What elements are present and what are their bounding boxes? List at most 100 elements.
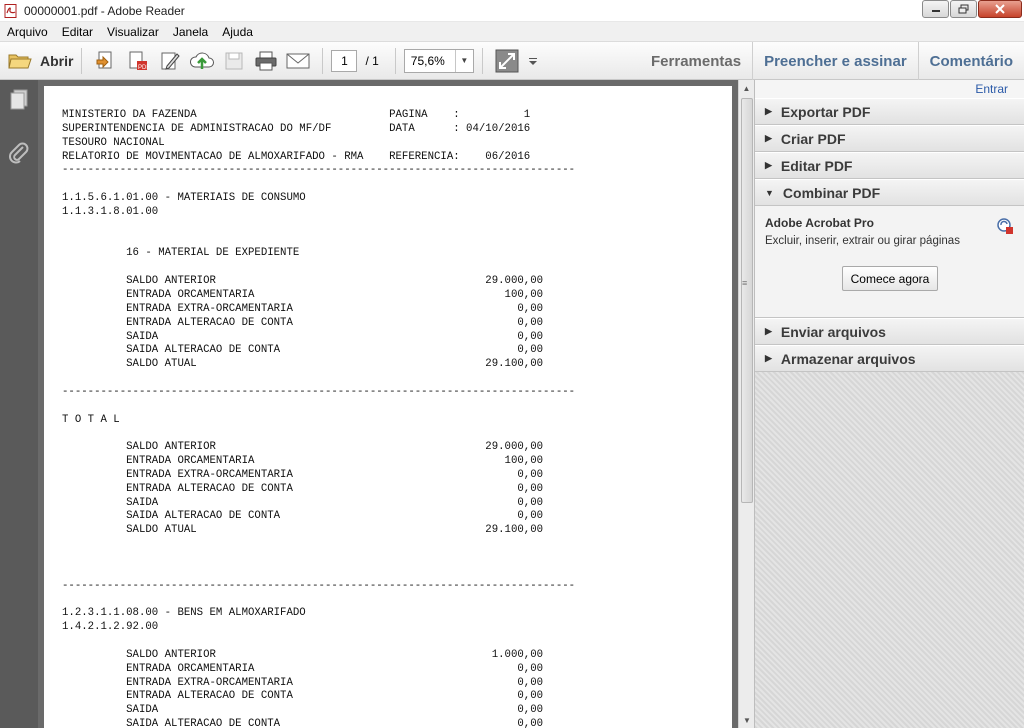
- save-disk-icon: [225, 52, 243, 69]
- toolbar-customize-button[interactable]: [525, 47, 541, 75]
- restore-icon: [958, 4, 968, 14]
- window-controls: [921, 0, 1022, 18]
- upload-button[interactable]: [188, 47, 216, 75]
- menu-visualizar[interactable]: Visualizar: [100, 25, 166, 39]
- get-started-button[interactable]: Comece agora: [842, 266, 938, 291]
- document-line: ENTRADA EXTRA-ORCAMENTARIA 0,00: [62, 468, 544, 481]
- document-line: 1.4.2.1.2.92.00: [62, 621, 159, 634]
- toolbar-separator: [481, 47, 483, 74]
- document-line: ----------------------------------------…: [62, 164, 576, 177]
- triangle-right-icon: ▶: [765, 133, 772, 143]
- menu-bar: Arquivo Editar Visualizar Janela Ajuda: [0, 22, 1024, 42]
- maximize-button[interactable]: [950, 0, 977, 18]
- menu-arquivo[interactable]: Arquivo: [0, 25, 55, 39]
- section-store-files[interactable]: ▶ Armazenar arquivos: [755, 345, 1024, 372]
- comment-link[interactable]: Comentário: [917, 42, 1024, 80]
- scroll-down-icon[interactable]: ▼: [739, 712, 755, 728]
- toolbar: Abrir PDF 1 / 1 75,6% ▼ Ferramentas Pree…: [0, 42, 1024, 80]
- document-line: ENTRADA EXTRA-ORCAMENTARIA 0,00: [62, 676, 544, 689]
- document-text: MINISTERIO DA FAZENDA PAGINA : 1 SUPERINT…: [62, 109, 575, 728]
- triangle-right-icon: ▶: [765, 160, 772, 170]
- envelope-icon: [286, 53, 310, 68]
- document-line: T O T A L: [62, 413, 120, 426]
- triangle-right-icon: ▶: [765, 326, 772, 336]
- section-edit-pdf[interactable]: ▶ Editar PDF: [755, 152, 1024, 179]
- scroll-up-icon[interactable]: ▲: [739, 80, 754, 96]
- section-label: Combinar PDF: [782, 184, 881, 201]
- section-export-pdf[interactable]: ▶ Exportar PDF: [755, 98, 1024, 125]
- zoom-value: 75,6%: [410, 53, 445, 68]
- document-line: ----------------------------------------…: [62, 385, 576, 398]
- navigation-pane: [0, 80, 38, 728]
- zoom-select[interactable]: 75,6% ▼: [403, 48, 474, 73]
- combine-pdf-body: Adobe Acrobat Pro Excluir, inserir, extr…: [755, 206, 1024, 318]
- pdf-page: MINISTERIO DA FAZENDA PAGINA : 1 SUPERINT…: [44, 86, 732, 728]
- document-line: MINISTERIO DA FAZENDA PAGINA : 1: [62, 109, 531, 121]
- section-combine-pdf[interactable]: ▼ Combinar PDF: [755, 179, 1024, 206]
- sign-in-link[interactable]: Entrar: [975, 82, 1008, 96]
- edit-pdf-button[interactable]: [156, 47, 184, 75]
- create-pdf-icon: [96, 51, 112, 68]
- email-button[interactable]: [284, 47, 312, 75]
- minimize-icon: [931, 10, 940, 12]
- document-line: ENTRADA EXTRA-ORCAMENTARIA 0,00: [62, 302, 544, 315]
- section-send-files[interactable]: ▶ Enviar arquivos: [755, 318, 1024, 345]
- document-view[interactable]: MINISTERIO DA FAZENDA PAGINA : 1 SUPERINT…: [38, 80, 738, 728]
- document-line: 1.1.3.1.8.01.00: [62, 205, 159, 218]
- document-line: ----------------------------------------…: [62, 579, 576, 592]
- page-number-input[interactable]: 1: [331, 49, 358, 72]
- export-pdf-icon: PDF: [129, 51, 149, 71]
- chevron-down-icon[interactable]: ▼: [454, 49, 473, 72]
- document-line: SALDO ATUAL 29.100,00: [62, 524, 544, 537]
- document-line: ENTRADA ALTERACAO DE CONTA 0,00: [62, 690, 544, 703]
- fit-page-button[interactable]: [493, 47, 521, 75]
- triangle-right-icon: ▶: [765, 106, 772, 116]
- print-button[interactable]: [252, 47, 280, 75]
- scrollbar-thumb[interactable]: [741, 98, 753, 503]
- vertical-scrollbar[interactable]: ▲ ≡ ▼: [738, 80, 754, 728]
- document-line: TESOURO NACIONAL: [62, 136, 165, 149]
- document-line: ENTRADA ORCAMENTARIA 100,00: [62, 455, 544, 468]
- expand-arrows-icon: [495, 49, 519, 72]
- minimize-button[interactable]: [922, 0, 949, 18]
- close-button[interactable]: [978, 0, 1022, 18]
- pdf-file-icon: [4, 3, 17, 18]
- section-label: Exportar PDF: [780, 103, 871, 120]
- toolbar-separator: [81, 47, 83, 74]
- open-button[interactable]: Abrir: [8, 47, 73, 75]
- document-line: RELATORIO DE MOVIMENTACAO DE ALMOXARIFAD…: [62, 150, 531, 163]
- toolbar-separator: [322, 47, 324, 74]
- tools-link[interactable]: Ferramentas: [640, 42, 752, 80]
- window-title: 00000001.pdf - Adobe Reader: [24, 3, 185, 18]
- section-label: Criar PDF: [780, 130, 846, 147]
- section-label: Armazenar arquivos: [780, 350, 916, 367]
- save-button[interactable]: [220, 47, 248, 75]
- create-pdf-button[interactable]: [92, 47, 120, 75]
- title-bar: 00000001.pdf - Adobe Reader: [0, 0, 1024, 22]
- export-pdf-button[interactable]: PDF: [124, 47, 152, 75]
- attachments-paperclip-icon[interactable]: [7, 141, 31, 165]
- document-line: SAIDA ALTERACAO DE CONTA 0,00: [62, 718, 544, 728]
- triangle-down-icon: ▼: [765, 187, 774, 198]
- document-line: SALDO ATUAL 29.100,00: [62, 358, 544, 371]
- page-thumbnails-icon[interactable]: [7, 88, 31, 112]
- menu-editar[interactable]: Editar: [55, 25, 100, 39]
- menu-ajuda[interactable]: Ajuda: [215, 25, 260, 39]
- menu-janela[interactable]: Janela: [166, 25, 215, 39]
- section-label: Enviar arquivos: [780, 323, 886, 340]
- open-label: Abrir: [40, 52, 74, 69]
- page-total-label: / 1: [365, 53, 379, 68]
- document-line: SUPERINTENDENCIA DE ADMINISTRACAO DO MF/…: [62, 122, 531, 135]
- fill-sign-link[interactable]: Preencher e assinar: [752, 42, 918, 80]
- toolbar-separator: [394, 47, 396, 74]
- section-create-pdf[interactable]: ▶ Criar PDF: [755, 125, 1024, 152]
- document-line: 1.1.5.6.1.01.00 - MATERIAIS DE CONSUMO: [62, 192, 306, 205]
